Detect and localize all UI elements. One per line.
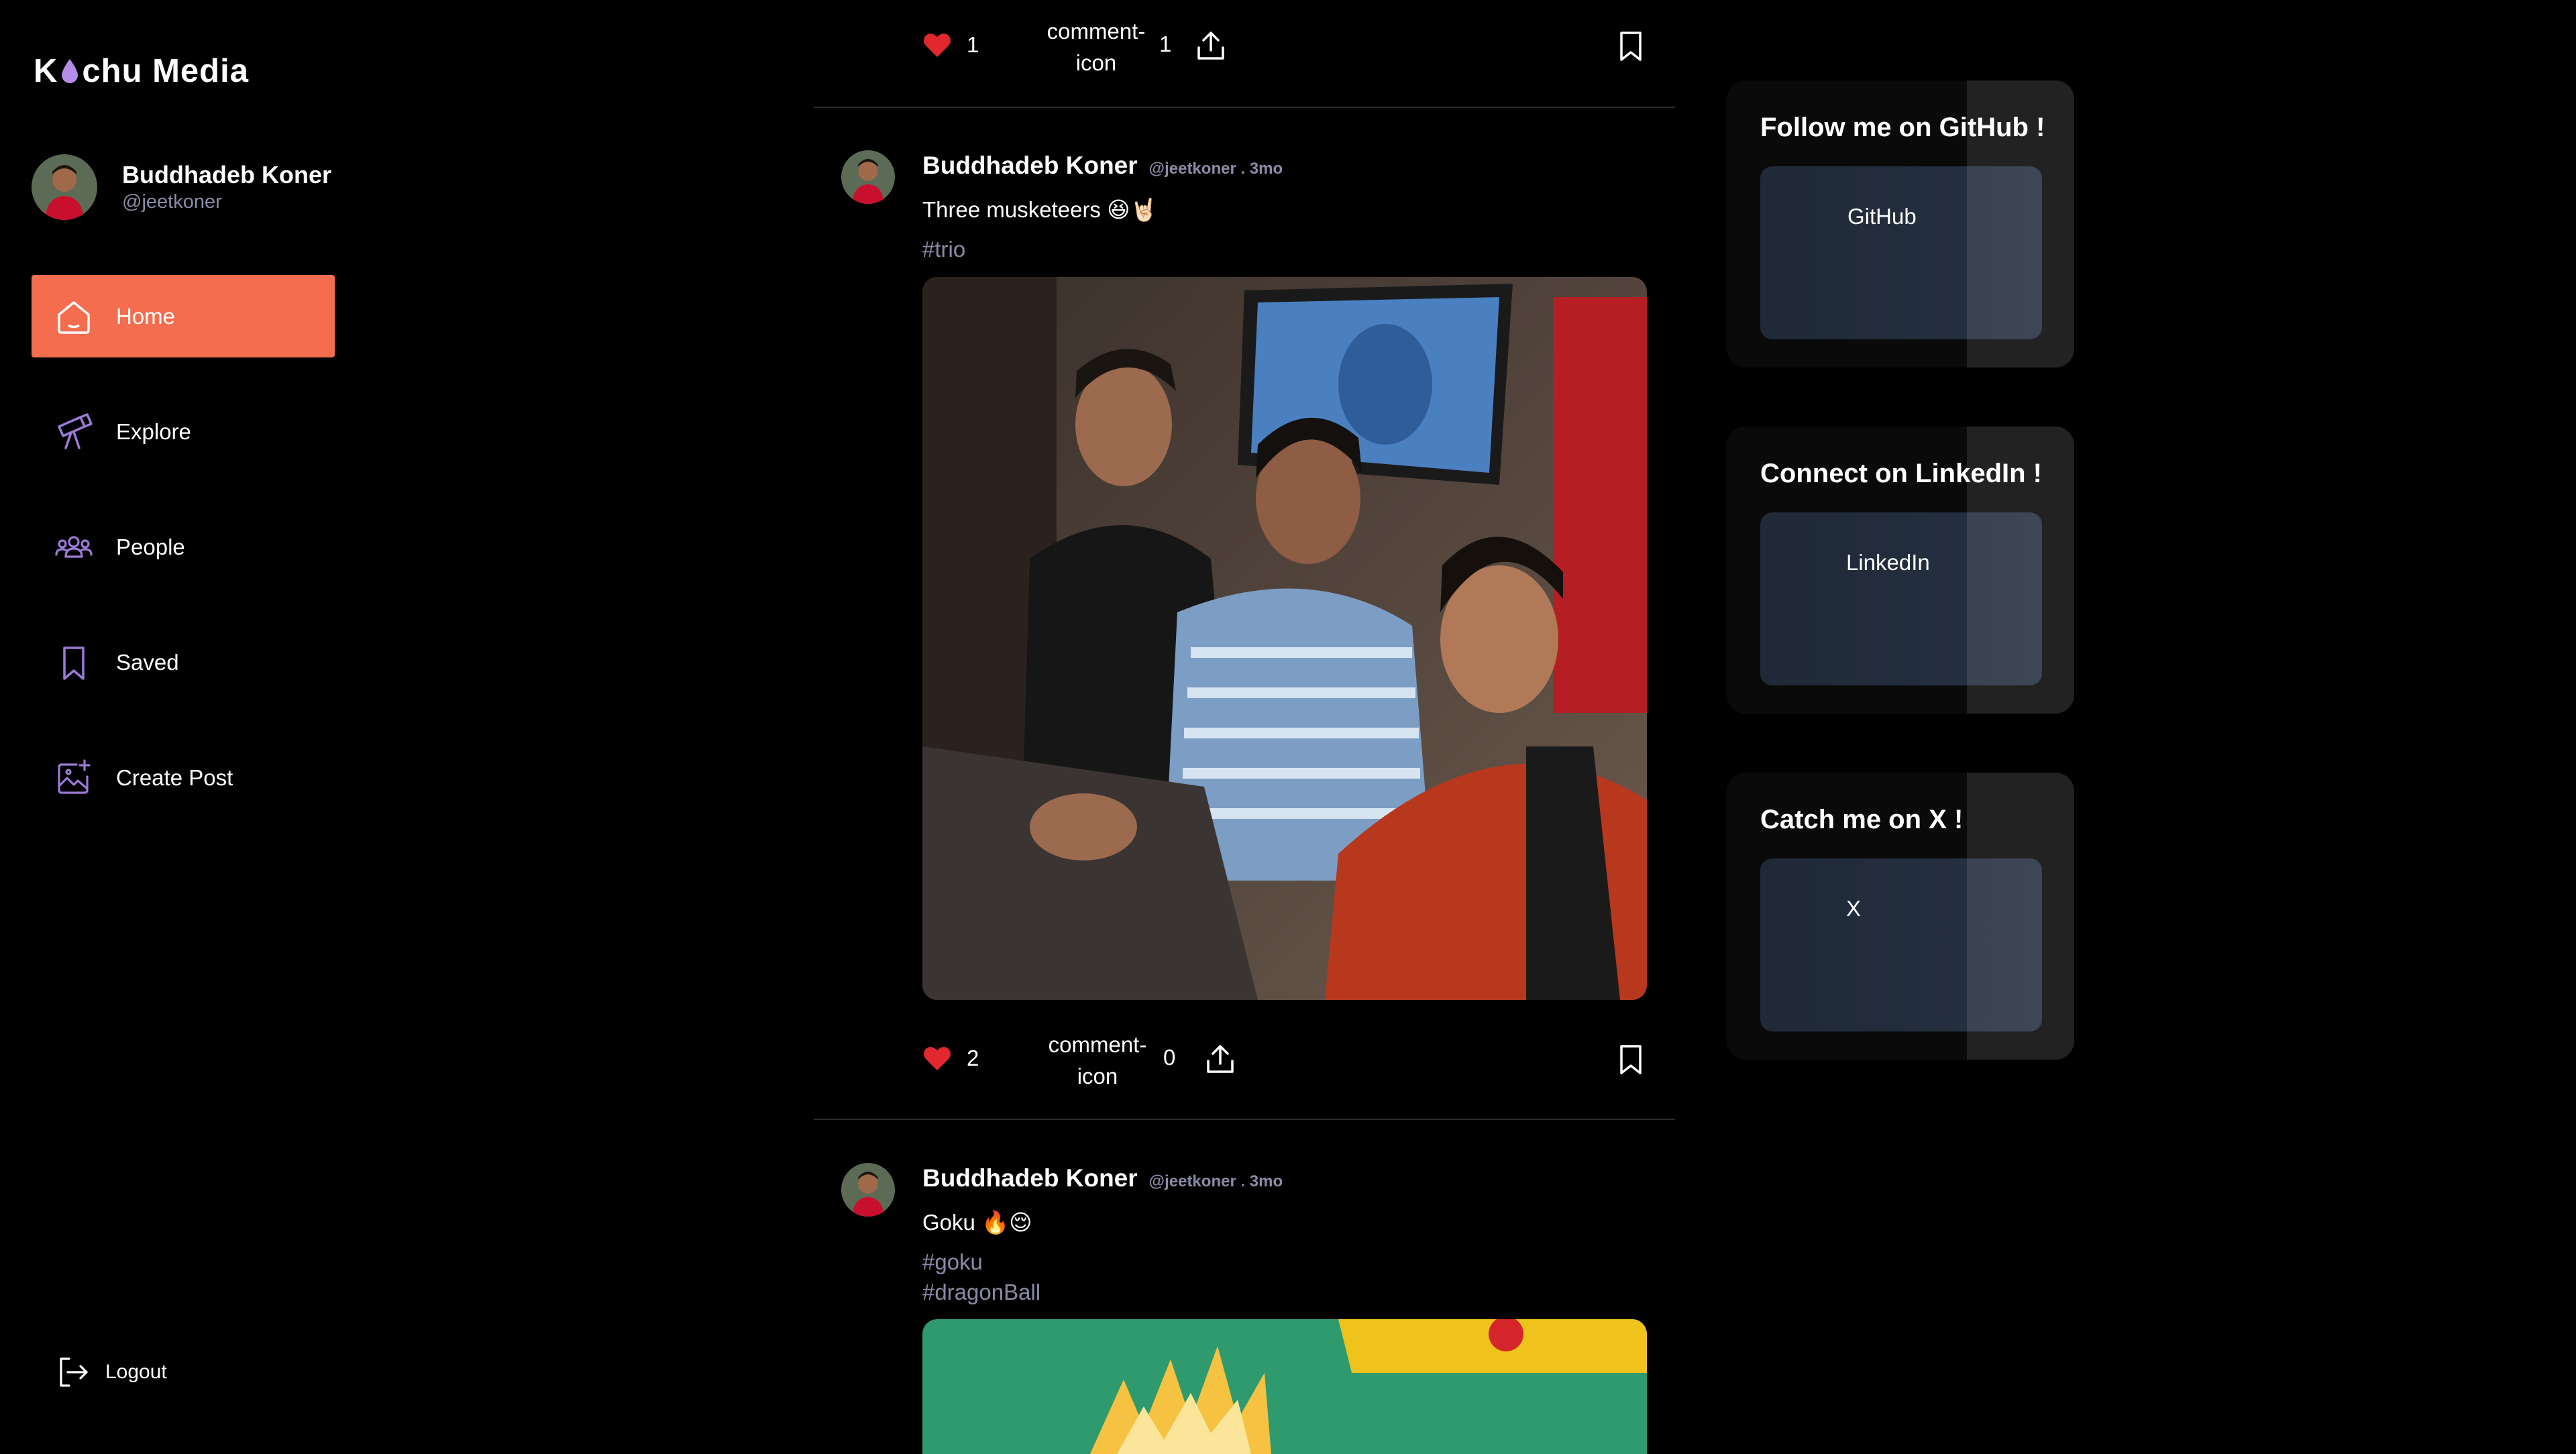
nav-item-people[interactable]: People: [32, 506, 335, 588]
post-author-name[interactable]: Buddhadeb Koner: [922, 152, 1138, 180]
card-title: Catch me on X !: [1760, 805, 1964, 834]
post-author-avatar[interactable]: [841, 150, 895, 204]
save-button[interactable]: [1617, 1044, 1644, 1076]
nav-item-home[interactable]: Home: [32, 275, 335, 357]
nav-label-home: Home: [116, 303, 176, 329]
like-button[interactable]: 2: [922, 1045, 979, 1072]
post-actions-previous: 1 comment-icon 1: [922, 10, 1647, 84]
post-divider: [814, 107, 1675, 108]
profile-handle: @jeetkoner: [122, 191, 222, 213]
post-header: Buddhadeb Koner @jeetkoner . 3mo: [922, 152, 1283, 180]
heart-icon: [924, 33, 951, 57]
post-caption: Goku 🔥😌: [922, 1210, 1032, 1235]
comment-count: 0: [1163, 1045, 1176, 1070]
heart-icon: [924, 1046, 951, 1070]
nav-label-saved: Saved: [116, 649, 179, 675]
post-photo: [922, 277, 1647, 1000]
home-icon: [58, 300, 90, 334]
logout-button[interactable]: Logout: [56, 1355, 167, 1390]
nav-item-explore[interactable]: Explore: [32, 390, 335, 473]
card-overlay: [1967, 427, 2074, 714]
avatar: [32, 154, 97, 220]
comment-count: 1: [1159, 32, 1172, 56]
profile-name: Buddhadeb Koner: [122, 161, 331, 188]
post-tag[interactable]: #trio: [922, 237, 965, 262]
logout-label: Logout: [105, 1361, 167, 1383]
logout-icon: [60, 1357, 88, 1387]
linkedin-button-label: LinkedIn: [1846, 550, 1930, 575]
post-image[interactable]: [922, 277, 1647, 1000]
post-tag[interactable]: #goku: [922, 1249, 983, 1275]
post-divider: [814, 1119, 1675, 1120]
like-count: 1: [967, 32, 979, 57]
share-icon: [1197, 32, 1224, 60]
post-actions: 2 comment-icon 0: [922, 1022, 1647, 1096]
logo-text-end: chu Media: [82, 53, 249, 89]
card-overlay: [1967, 80, 2074, 368]
post-meta: @jeetkoner . 3mo: [1148, 1172, 1283, 1190]
github-button-label: GitHub: [1847, 204, 1917, 229]
nav-label-people: People: [116, 534, 185, 559]
x-card: Catch me on X ! X: [1727, 773, 2074, 1060]
nav-item-saved[interactable]: Saved: [32, 621, 335, 704]
comment-icon: comment-icon: [1046, 19, 1146, 75]
save-button[interactable]: [1617, 30, 1644, 62]
x-button-label: X: [1846, 896, 1862, 921]
post-meta: @jeetkoner . 3mo: [1148, 160, 1283, 178]
post-caption: Three musketeers 😆🤘🏻: [922, 197, 1158, 222]
like-count: 2: [967, 1046, 979, 1070]
nav-label-explore: Explore: [116, 418, 191, 444]
comment-button[interactable]: comment-icon: [1034, 1029, 1161, 1092]
bookmark-icon: [1620, 1045, 1642, 1074]
share-icon: [1207, 1045, 1234, 1073]
post-author-avatar[interactable]: [841, 1163, 895, 1217]
comment-button[interactable]: comment-icon: [1032, 15, 1160, 78]
image-plus-icon: [58, 759, 91, 794]
nav-item-create-post[interactable]: Create Post: [32, 736, 335, 819]
app-logo[interactable]: K chu Media: [34, 52, 249, 90]
github-card: Follow me on GitHub ! GitHub: [1727, 80, 2074, 368]
post-author-name[interactable]: Buddhadeb Koner: [922, 1164, 1138, 1192]
like-button[interactable]: 1: [922, 32, 979, 58]
linkedin-card: Connect on LinkedIn ! LinkedIn: [1727, 427, 2074, 714]
post-tag[interactable]: #dragonBall: [922, 1280, 1040, 1305]
nav-label-create-post: Create Post: [116, 765, 233, 790]
logo-drop-icon: [60, 58, 80, 85]
share-button[interactable]: [1205, 1044, 1235, 1074]
logo-text-start: K: [34, 53, 58, 89]
comment-icon: comment-icon: [1048, 1032, 1147, 1088]
post-header: Buddhadeb Koner @jeetkoner . 3mo: [922, 1164, 1283, 1192]
post-image[interactable]: [922, 1319, 1647, 1454]
bookmark-icon: [1620, 32, 1642, 61]
share-button[interactable]: [1196, 30, 1226, 61]
bookmark-icon: [63, 646, 85, 680]
post-photo: [922, 1319, 1647, 1454]
card-overlay: [1967, 773, 2074, 1060]
telescope-icon: [58, 412, 93, 449]
user-profile[interactable]: Buddhadeb Koner @jeetkoner: [32, 154, 331, 220]
people-icon: [55, 535, 93, 558]
